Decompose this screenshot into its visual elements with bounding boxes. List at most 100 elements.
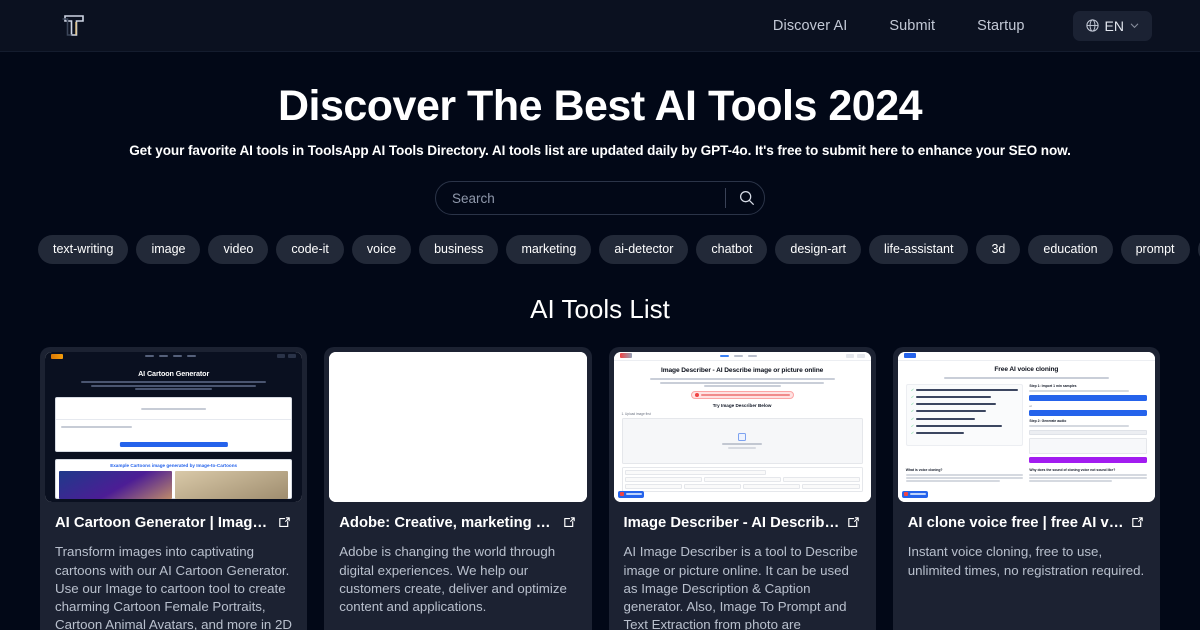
category-tag-image[interactable]: image [136, 235, 201, 264]
category-tag-prompt[interactable]: prompt [1120, 235, 1190, 264]
mock-examples-panel: Example Cartoons image generated by Imag… [55, 459, 293, 500]
check-icon: ✓ [910, 430, 914, 435]
category-tag-ai-detector[interactable]: ai-detector [599, 235, 689, 264]
tool-card-description: AI Image Describer is a tool to Describe… [623, 544, 858, 630]
mock-faq-row: What is voice cloning? Why does the soun… [898, 463, 1155, 484]
mock-options-box [621, 466, 863, 492]
tool-thumbnail: AI Cartoon Generator Example Cartoons im… [45, 351, 303, 502]
mock-nav [720, 354, 758, 357]
section-title: AI Tools List [530, 293, 670, 324]
category-tag-3d[interactable]: 3d [976, 235, 1021, 264]
mock-examples-heading: Example Cartoons image generated by Imag… [110, 463, 238, 469]
tool-card-description: Adobe is changing the world through digi… [339, 544, 567, 614]
mock-or-label: or [1029, 403, 1033, 408]
tool-card[interactable]: AI Cartoon Generator Example Cartoons im… [40, 346, 308, 630]
tool-card[interactable]: Image Describer - AI Describe image or p… [608, 346, 876, 630]
language-selector[interactable]: EN [1072, 10, 1152, 41]
mock-step-label: Step 2: Generate audio [1029, 418, 1067, 423]
mock-example-image [175, 471, 289, 500]
mock-subline [649, 378, 835, 381]
mock-logo [619, 353, 632, 359]
category-tag-video[interactable]: video [208, 235, 269, 264]
category-tag-list: text-writing image video code-it voice b… [0, 235, 1200, 264]
mock-product-badge [690, 391, 794, 400]
search-bar[interactable] [435, 181, 765, 216]
check-icon: ✓ [910, 416, 914, 421]
main-nav: Discover AI Submit Startup EN [773, 10, 1152, 41]
category-tag-chatbot[interactable]: chatbot [696, 235, 768, 264]
tool-card-title-row: AI clone voice free | free AI voic... [908, 514, 1145, 532]
tool-card-title-row: Image Describer - AI Describe... [624, 514, 861, 532]
tool-thumbnail: Free AI voice cloning ✓ ✓ ✓ ✓ ✓ ✓ ✓ Step… [897, 351, 1155, 502]
mock-chip [802, 483, 860, 489]
mock-chip [624, 476, 702, 482]
mock-actions [845, 353, 865, 358]
mock-two-column: ✓ ✓ ✓ ✓ ✓ ✓ ✓ Step 1: Import 1 min sampl… [898, 379, 1155, 463]
mock-upload-panel [55, 397, 293, 453]
mock-check-item: ✓ [911, 403, 1019, 407]
mock-select [624, 469, 766, 475]
category-tag-code-it[interactable]: code-it [276, 235, 344, 264]
mock-faq-question: What is voice cloning? [905, 467, 943, 472]
mock-feature-column: ✓ ✓ ✓ ✓ ✓ ✓ ✓ [905, 384, 1024, 463]
check-icon: ✓ [910, 409, 914, 414]
category-tag-design-art[interactable]: design-art [775, 235, 861, 264]
external-link-icon[interactable] [277, 515, 292, 530]
tool-card[interactable]: Adobe: Creative, marketing and... Adobe … [324, 346, 592, 630]
category-tag-text-writing[interactable]: text-writing [38, 235, 129, 264]
mock-subline [81, 380, 267, 383]
category-tag-education[interactable]: education [1028, 235, 1113, 264]
mock-nav [144, 355, 196, 358]
tool-card[interactable]: Free AI voice cloning ✓ ✓ ✓ ✓ ✓ ✓ ✓ Step… [892, 346, 1160, 630]
mock-textarea [1029, 437, 1147, 454]
tool-card-body: AI clone voice free | free AI voic... In… [898, 502, 1155, 580]
tool-card-title: Image Describer - AI Describe... [623, 514, 840, 531]
search-input[interactable] [452, 190, 717, 206]
mock-subline [703, 385, 781, 388]
tool-card-body: Image Describer - AI Describe... AI Imag… [614, 502, 871, 630]
mock-floating-badge [901, 490, 928, 498]
mock-chip-row [624, 476, 860, 482]
search-button[interactable] [734, 185, 760, 211]
nav-link-discover-ai[interactable]: Discover AI [773, 18, 847, 34]
category-tag-marketing[interactable]: marketing [506, 235, 592, 264]
mock-subline [135, 388, 213, 391]
mock-upload-hint [728, 447, 757, 449]
external-link-icon[interactable] [562, 515, 577, 530]
check-icon: ✓ [910, 388, 914, 393]
lock-icon [738, 433, 747, 442]
category-tag-business[interactable]: business [419, 235, 499, 264]
page-title: Discover The Best AI Tools 2024 [277, 82, 923, 130]
mock-section-heading: Try Image Describer Below [712, 403, 772, 409]
mock-chip-row [624, 483, 860, 489]
nav-link-startup[interactable]: Startup [977, 18, 1024, 34]
mock-logo [51, 353, 63, 359]
mock-check-item: ✓ [910, 430, 1019, 436]
mock-heading: Image Describer - AI Describe image or p… [660, 366, 824, 374]
tool-card-title: Adobe: Creative, marketing and... [339, 514, 556, 531]
category-tag-life-assistant[interactable]: life-assistant [869, 235, 969, 264]
nav-link-submit[interactable]: Submit [889, 18, 935, 34]
site-header: Discover AI Submit Startup EN [0, 0, 1200, 52]
mock-examples-row [59, 471, 289, 500]
category-tag-voice[interactable]: voice [351, 235, 412, 264]
tool-card-title-row: AI Cartoon Generator | Image to... [55, 514, 292, 532]
mock-check-item: ✓ [911, 389, 1019, 393]
external-link-icon[interactable] [846, 515, 861, 530]
site-logo[interactable] [56, 9, 92, 43]
mock-heading: Free AI voice cloning [994, 365, 1059, 373]
mock-import-button [1029, 394, 1147, 401]
mock-logo [903, 353, 916, 359]
mock-chip [703, 476, 781, 482]
mock-upload-text [722, 443, 763, 446]
thumbnail-mock-voice-cloning: Free AI voice cloning ✓ ✓ ✓ ✓ ✓ ✓ ✓ Step… [897, 351, 1155, 502]
mock-heading: AI Cartoon Generator [138, 368, 210, 378]
hero-subtitle: Get your favorite AI tools in ToolsApp A… [129, 143, 1071, 159]
check-icon: ✓ [910, 423, 914, 428]
mock-step-label: Step 1: Import 1 min samples [1029, 384, 1077, 389]
tool-card-description: Instant voice cloning, free to use, unli… [907, 544, 1145, 578]
language-label: EN [1104, 17, 1124, 34]
mock-placeholder-line [61, 426, 132, 429]
external-link-icon[interactable] [1130, 515, 1145, 530]
mock-chip [782, 476, 860, 482]
